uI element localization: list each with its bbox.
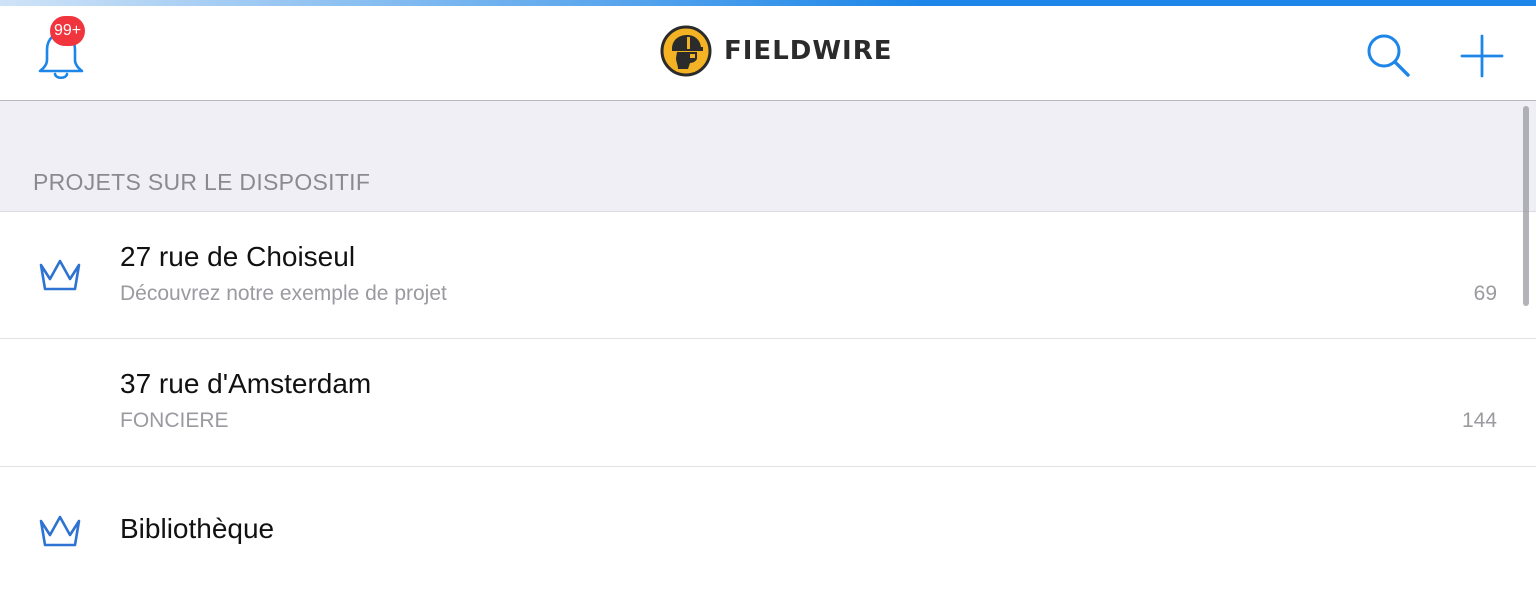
section-title: PROJETS SUR LE DISPOSITIF: [33, 169, 371, 195]
project-count: 69: [1473, 282, 1497, 305]
project-row[interactable]: 37 rue d'Amsterdam FONCIERE 144: [0, 339, 1536, 467]
project-title: 37 rue d'Amsterdam: [120, 368, 372, 399]
project-row[interactable]: 27 rue de Choiseul Découvrez notre exemp…: [0, 212, 1536, 339]
project-subtitle: FONCIERE: [120, 409, 229, 432]
project-title: Bibliothèque: [120, 513, 275, 544]
plus-icon: [1460, 34, 1504, 78]
brand-name: FIELDWIRE: [724, 36, 893, 66]
search-button[interactable]: [1362, 30, 1414, 82]
search-icon: [1367, 34, 1410, 77]
crown-icon: [39, 259, 81, 291]
top-navigation-bar: 99+ FIELDWIRE: [0, 6, 1536, 101]
project-row[interactable]: Bibliothèque: [0, 467, 1536, 592]
crown-icon: [39, 515, 81, 547]
notifications-badge: 99+: [50, 16, 86, 46]
add-project-button[interactable]: [1456, 32, 1508, 84]
project-count: 144: [1461, 409, 1497, 432]
worker-helmet-logo: [660, 25, 712, 77]
section-header: PROJETS SUR LE DISPOSITIF: [0, 101, 1536, 212]
scrollbar[interactable]: [1523, 106, 1529, 306]
brand-header: FIELDWIRE: [660, 25, 892, 77]
project-title: 27 rue de Choiseul: [120, 241, 356, 272]
project-subtitle: Découvrez notre exemple de projet: [120, 282, 447, 305]
